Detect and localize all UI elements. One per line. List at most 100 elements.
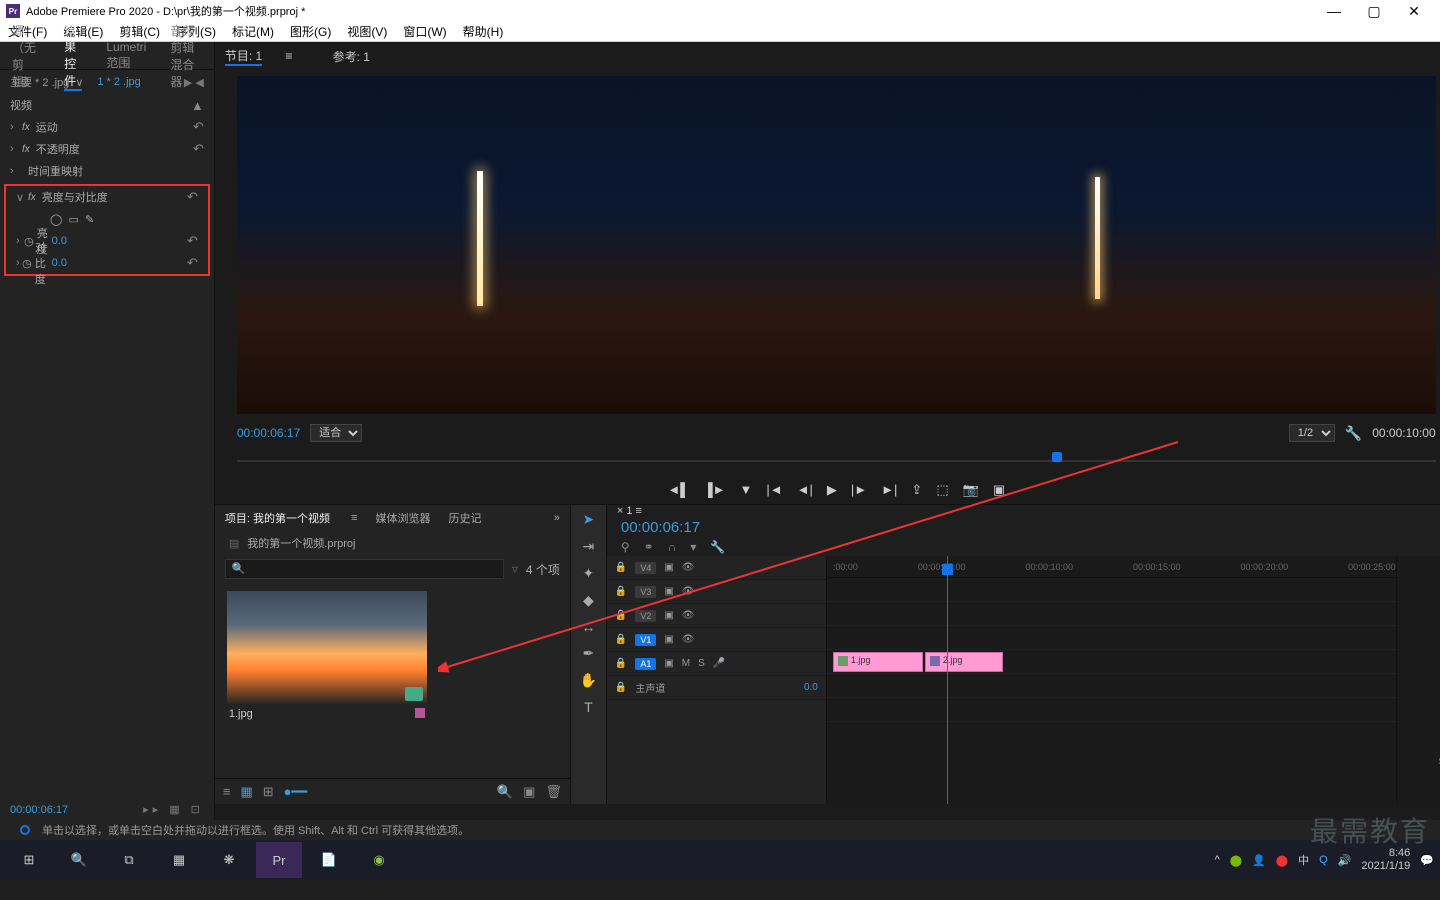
stopwatch-icon[interactable]: ◷ [24,235,34,248]
mask-pen-icon[interactable]: ✎ [85,213,94,226]
menu-marker[interactable]: 标记(M) [232,23,274,40]
reset-icon[interactable]: ↶ [193,141,204,157]
clip-1[interactable]: 1.jpg [833,652,923,672]
task-view-icon[interactable]: ⧉ [106,842,152,878]
v1-lane[interactable]: 1.jpg 2.jpg [827,650,1396,674]
tray-icon[interactable]: ⬤ [1230,854,1242,867]
maximize-button[interactable]: ▢ [1354,3,1394,20]
compare-icon[interactable]: ▣ [993,482,1005,498]
tab-program[interactable]: 节目: 1 [225,47,262,66]
tab-reference[interactable]: 参考: 1 [333,48,370,65]
sequence-tab[interactable]: × 1 [617,505,633,517]
icon-view-icon[interactable]: ▦ [240,784,252,800]
brightness-value[interactable]: 0.0 [52,235,67,247]
taskbar-app[interactable]: ❋ [206,842,252,878]
link-icon[interactable]: ⚭ [644,540,654,554]
tab-history[interactable]: 历史记 [448,510,481,526]
step-back-icon[interactable]: ◄| [797,482,813,498]
settings-icon[interactable]: ▾ [690,540,696,554]
snap-icon[interactable]: ⚲ [621,540,630,554]
tray-icon[interactable]: 👤 [1252,854,1266,867]
tray-icon[interactable]: 中 [1298,852,1309,868]
project-item[interactable]: 1.jpg [227,591,427,723]
contrast-value[interactable]: 0.0 [52,257,67,269]
ripple-tool-icon[interactable]: ✦ [583,565,595,582]
marker-icon[interactable]: ▼ [740,482,753,498]
close-button[interactable]: ✕ [1394,3,1434,20]
start-button[interactable]: ⊞ [6,842,52,878]
minimize-button[interactable]: — [1314,3,1354,19]
zoom-select[interactable]: 适合 [310,424,362,442]
tray-icon[interactable]: ^ [1215,854,1220,866]
wrench-icon[interactable]: 🔧 [710,540,725,554]
mark-in-icon[interactable]: ◄▌ [667,482,689,498]
reset-icon[interactable]: ↶ [187,189,198,205]
slip-tool-icon[interactable]: ↔ [581,619,595,635]
menu-window[interactable]: 窗口(W) [403,23,446,40]
type-tool-icon[interactable]: T [584,699,593,715]
menu-view[interactable]: 视图(V) [347,23,387,40]
export-frame-icon[interactable]: 📷 [963,482,979,498]
selection-tool-icon[interactable]: ➤ [583,511,595,528]
taskbar-premiere[interactable]: Pr [256,842,302,878]
hand-tool-icon[interactable]: ✋ [580,672,597,689]
clip-2[interactable]: 2.jpg [925,652,1003,672]
timeline-playhead[interactable] [947,556,948,804]
program-scrubber[interactable]: ⊕ [237,450,1436,472]
tab-lumetri-scopes[interactable]: Lumetri 范围 [106,40,146,71]
taskbar-clock[interactable]: 8:462021/1/19 [1361,847,1410,873]
opacity-effect[interactable]: 不透明度 [36,141,80,157]
filter-icon[interactable]: ▿ [512,562,518,576]
razor-tool-icon[interactable]: ◆ [583,592,594,609]
extract-icon[interactable]: ⬚ [936,482,948,498]
tray-icon[interactable]: ⬤ [1276,854,1288,867]
taskbar-app[interactable]: ▦ [156,842,202,878]
taskbar-app[interactable]: ◉ [356,842,402,878]
menu-help[interactable]: 帮助(H) [463,23,504,40]
timeline-timecode[interactable]: 00:00:06:17 [607,517,1440,538]
reset-icon[interactable]: ↶ [187,233,198,249]
time-remap-effect[interactable]: 时间重映射 [28,163,83,179]
effect-clip-link[interactable]: 1 * 2 .jpg [97,76,140,88]
mask-rect-icon[interactable]: ▭ [68,213,78,226]
new-bin-icon[interactable]: 🔍 [497,784,513,800]
tray-icon[interactable]: Q [1319,854,1328,866]
playhead-marker[interactable] [1052,452,1062,462]
project-search-input[interactable] [225,559,504,579]
tray-icon[interactable]: 🔊 [1338,854,1352,867]
play-icon[interactable]: ▶ [827,482,837,498]
notification-icon[interactable]: 💬 [1420,854,1434,867]
lift-icon[interactable]: ⇪ [911,482,922,498]
trash-icon[interactable]: 🗑 [545,784,562,800]
tab-media-browser[interactable]: 媒体浏览器 [375,510,430,526]
mask-ellipse-icon[interactable]: ◯ [50,213,62,226]
panel-footer-icons[interactable]: ▸▸ ▦ ⊡ [143,803,204,816]
marker-add-icon[interactable]: ∩ [668,540,677,554]
stopwatch-icon[interactable]: ◷ [22,257,32,270]
go-in-icon[interactable]: |◄ [766,482,782,498]
mark-out-icon[interactable]: ▐► [703,482,725,498]
track-select-tool-icon[interactable]: ⇥ [583,538,595,555]
tab-project[interactable]: 项目: 我的第一个视频 [225,510,330,526]
search-icon[interactable]: 🔍 [56,842,102,878]
program-timecode[interactable]: 00:00:06:17 [237,426,300,440]
reset-icon[interactable]: ↶ [187,255,198,271]
pen-tool-icon[interactable]: ✒ [583,645,595,662]
label-color[interactable] [415,708,425,718]
motion-effect[interactable]: 运动 [36,119,58,135]
menu-graphics[interactable]: 图形(G) [290,23,331,40]
resolution-select[interactable]: 1/2 [1289,424,1335,442]
program-monitor[interactable] [237,76,1436,414]
brightness-contrast-effect[interactable]: 亮度与对比度 [42,189,108,205]
timeline-ruler[interactable]: :00:0000:00:05:0000:00:10:0000:00:15:000… [827,556,1396,578]
step-fwd-icon[interactable]: |► [851,482,867,498]
go-out-icon[interactable]: ►| [881,482,897,498]
freeform-view-icon[interactable]: ⊞ [263,784,274,800]
settings-icon[interactable]: 🔧 [1345,425,1362,442]
taskbar-app[interactable]: 📄 [306,842,352,878]
reset-icon[interactable]: ↶ [193,119,204,135]
list-view-icon[interactable]: ≡ [223,784,231,799]
section-toggle-icon[interactable]: ▲ [191,98,204,113]
menu-clip[interactable]: 剪辑(C) [119,23,160,40]
new-item-icon[interactable]: ▣ [523,784,535,800]
